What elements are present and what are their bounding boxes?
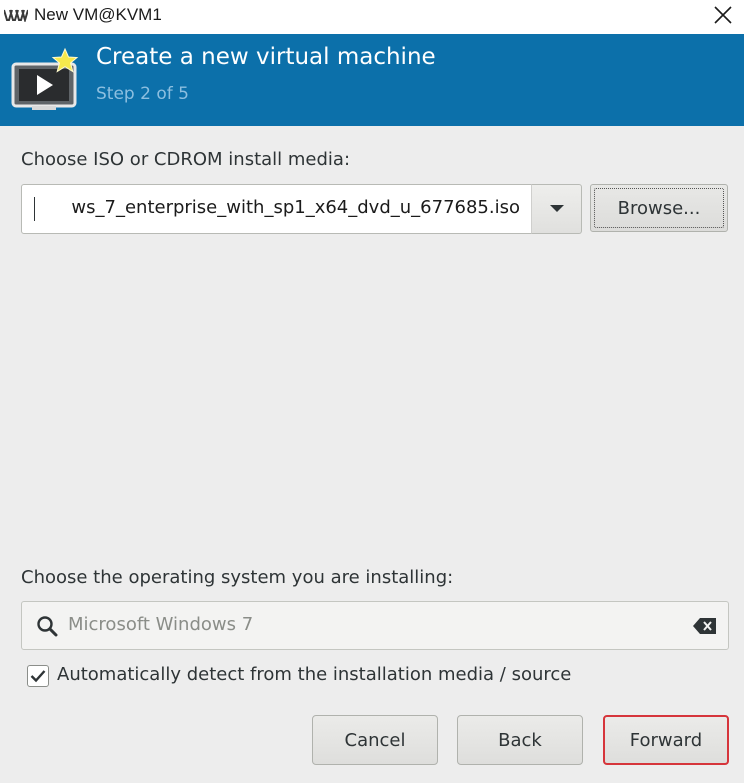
forward-button[interactable]: Forward bbox=[603, 715, 729, 765]
text-cursor bbox=[34, 197, 35, 221]
install-media-label: Choose ISO or CDROM install media: bbox=[21, 149, 351, 170]
wizard-title: Create a new virtual machine bbox=[96, 44, 436, 70]
auto-detect-checkbox[interactable] bbox=[27, 665, 49, 687]
auto-detect-label[interactable]: Automatically detect from the installati… bbox=[57, 664, 571, 685]
install-media-dropdown-button[interactable] bbox=[531, 184, 582, 234]
caret-down-icon bbox=[549, 205, 564, 212]
virt-manager-logo-icon bbox=[4, 8, 28, 22]
checkmark-icon bbox=[30, 670, 46, 683]
install-media-value: ws_7_enterprise_with_sp1_x64_dvd_u_67768… bbox=[71, 197, 520, 218]
window-title: New VM@KVM1 bbox=[34, 5, 162, 24]
wizard-header-banner: Create a new virtual machine Step 2 of 5 bbox=[0, 34, 744, 126]
install-media-input[interactable]: ws_7_enterprise_with_sp1_x64_dvd_u_67768… bbox=[21, 184, 533, 234]
wizard-step-indicator: Step 2 of 5 bbox=[96, 84, 189, 104]
back-button[interactable]: Back bbox=[457, 715, 583, 765]
new-vm-monitor-icon bbox=[11, 47, 79, 110]
clear-backspace-icon[interactable] bbox=[692, 616, 718, 636]
browse-button[interactable]: Browse... bbox=[590, 184, 728, 232]
search-icon bbox=[37, 616, 58, 637]
os-selection-label: Choose the operating system you are inst… bbox=[21, 567, 454, 588]
os-search-value: Microsoft Windows 7 bbox=[68, 614, 254, 635]
window-titlebar: New VM@KVM1 bbox=[0, 0, 744, 34]
cancel-button[interactable]: Cancel bbox=[312, 715, 438, 765]
os-search-input[interactable]: Microsoft Windows 7 bbox=[21, 601, 729, 650]
close-icon[interactable] bbox=[706, 0, 740, 30]
